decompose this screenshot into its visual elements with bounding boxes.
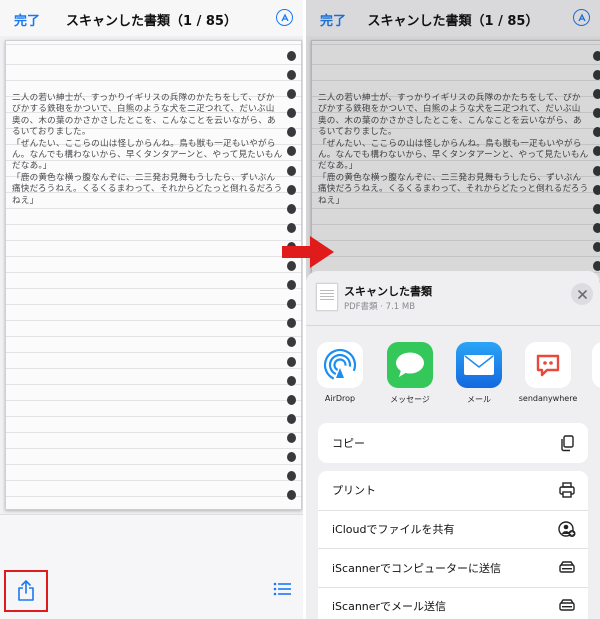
handwritten-text: 二人の若い紳士が、すっかりイギリスの兵隊のかたちをして、ぴかぴかする鉄砲をかつい…: [318, 93, 589, 207]
actions-group-more: プリント iCloudでファイルを共有 iScannerでコンピューターに送信 …: [318, 471, 588, 619]
app-messages[interactable]: メッセージ: [378, 342, 442, 405]
mail-icon: [456, 342, 502, 388]
bottom-toolbar: [0, 514, 303, 619]
handwriting-line: 二人の若い紳士が、すっかりイギリスの兵隊のかたちをして、ぴかぴかする鉄砲をかつい…: [318, 93, 582, 138]
share-sheet-header: スキャンした書類 PDF書類 · 7.1 MB: [306, 271, 600, 321]
share-button[interactable]: [4, 570, 48, 612]
scanner-icon: [559, 561, 575, 573]
app-label: メール: [467, 395, 491, 404]
handwriting-line: 二人の若い紳士が、すっかりイギリスの兵隊のかたちをして、ぴかぴかする鉄砲をかつい…: [12, 93, 276, 138]
person-add-icon: [558, 521, 576, 538]
handwriting-line: 「ぜんたい、ここらの山は怪しからんね。鳥も獣も一疋もいやがらん。なんでも構わない…: [318, 138, 589, 172]
more-apps-partial[interactable]: [592, 342, 600, 388]
handwriting-line: 「ぜんたい、ここらの山は怪しからんね。鳥も獣も一疋もいやがらん。なんでも構わない…: [12, 138, 283, 172]
handwriting-line: 「鹿の黄色な横っ腹なんぞに、二三発お見舞もうしたら、ずいぶん痛快だろうねえ。くる…: [318, 172, 589, 206]
share-sheet-screen: 完了 スキャンした書類（1 / 85） 二人の若い紳士が、すっかりイギリスの兵隊…: [306, 0, 600, 619]
action-iscanner-mail[interactable]: iScannerでメール送信: [318, 586, 588, 619]
app-sendanywhere[interactable]: sendanywhere: [516, 342, 580, 403]
app-label: sendanywhere: [518, 394, 578, 403]
app-label: AirDrop: [324, 394, 356, 403]
app-mail[interactable]: メール: [447, 342, 511, 405]
list-icon[interactable]: [273, 581, 291, 597]
share-icon: [18, 580, 34, 601]
handwriting-line: 「鹿の黄色な横っ腹なんぞに、二三発お見舞もうしたら、ずいぶん痛快だろうねえ。くる…: [12, 172, 283, 206]
markup-icon[interactable]: [276, 9, 293, 26]
binder-holes: [287, 51, 297, 507]
action-print[interactable]: プリント: [318, 471, 588, 510]
action-copy[interactable]: コピー: [318, 423, 588, 463]
sendanywhere-icon: [525, 342, 571, 388]
action-label: プリント: [332, 484, 376, 498]
navigation-bar: 完了 スキャンした書類（1 / 85）: [0, 0, 303, 36]
document-thumbnail: [316, 283, 338, 311]
actions-group-copy: コピー: [318, 423, 588, 463]
share-sheet: スキャンした書類 PDF書類 · 7.1 MB AirDrop メッセージ メー…: [306, 271, 600, 619]
close-button[interactable]: [571, 283, 593, 305]
action-label: コピー: [332, 437, 365, 450]
copy-icon: [561, 435, 574, 452]
scanned-page: 二人の若い紳士が、すっかりイギリスの兵隊のかたちをして、ぴかぴかする鉄砲をかつい…: [5, 40, 302, 510]
markup-icon[interactable]: [573, 9, 590, 26]
share-apps-row: AirDrop メッセージ メール sendanywhere: [306, 325, 600, 407]
printer-icon: [559, 482, 575, 498]
scanner-icon: [559, 599, 575, 611]
navigation-bar: 完了 スキャンした書類（1 / 85）: [306, 0, 600, 36]
action-icloud-share[interactable]: iCloudでファイルを共有: [318, 509, 588, 549]
document-name: スキャンした書類: [344, 285, 432, 298]
messages-icon: [387, 342, 433, 388]
page-title: スキャンした書類（1 / 85）: [367, 14, 539, 29]
screenshot-comparison: 完了 スキャンした書類（1 / 85） 二人の若い紳士が、すっかりイギリスの兵隊…: [0, 0, 600, 619]
airdrop-icon: [317, 342, 363, 388]
action-iscanner-computer[interactable]: iScannerでコンピューターに送信: [318, 548, 588, 587]
document-scan-view[interactable]: 二人の若い紳士が、すっかりイギリスの兵隊のかたちをして、ぴかぴかする鉄砲をかつい…: [0, 36, 303, 514]
app-label: メッセージ: [390, 395, 430, 404]
action-label: iScannerでコンピューターに送信: [332, 561, 502, 575]
action-label: iScannerでメール送信: [332, 600, 447, 614]
page-title: スキャンした書類（1 / 85）: [66, 14, 237, 29]
red-arrow-icon: [282, 236, 334, 268]
close-icon: [577, 289, 587, 299]
action-label: iCloudでファイルを共有: [332, 523, 455, 537]
document-meta: PDF書類 · 7.1 MB: [344, 302, 416, 312]
app-airdrop[interactable]: AirDrop: [308, 342, 372, 403]
handwritten-text: 二人の若い紳士が、すっかりイギリスの兵隊のかたちをして、ぴかぴかする鉄砲をかつい…: [12, 93, 283, 207]
scan-preview-screen: 完了 スキャンした書類（1 / 85） 二人の若い紳士が、すっかりイギリスの兵隊…: [0, 0, 303, 619]
